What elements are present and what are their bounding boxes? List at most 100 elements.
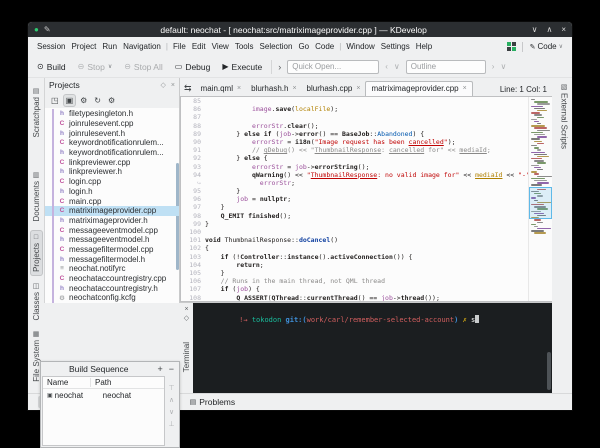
menu-session[interactable]: Session [34, 40, 68, 53]
editor-minimap[interactable] [528, 97, 552, 301]
maximize-window-icon[interactable]: ∧ [546, 25, 552, 34]
tree-item-keywordnotificationrulem[interactable]: hkeywordnotificationrulem... [45, 148, 179, 158]
dock-tab-external-scripts[interactable]: ▧External Scripts [559, 80, 570, 152]
tree-item-filetypesingleton-h[interactable]: hfiletypesingleton.h [45, 109, 179, 119]
menu-window[interactable]: Window [343, 40, 377, 53]
terminal-prompt: !→ tokodon git:(work/carl/remember-selec… [239, 316, 475, 324]
debug-button[interactable]: ▭ Debug [172, 60, 214, 74]
tab-main-qml[interactable]: main.qml× [196, 82, 247, 96]
code-area[interactable]: 8586 image.save(localFile);8788 errorStr… [181, 97, 528, 301]
dock-tab-classes[interactable]: ◫Classes [31, 279, 42, 323]
tab-close-icon[interactable]: × [356, 85, 360, 92]
quick-open-input[interactable] [287, 60, 379, 74]
move-up-icon[interactable]: ∧ [169, 396, 174, 404]
tree-item-linkpreviewer-h[interactable]: hlinkpreviewer.h [45, 167, 179, 177]
menu-project[interactable]: Project [68, 40, 99, 53]
tree-item-login-h[interactable]: hlogin.h [45, 187, 179, 197]
move-bottom-icon[interactable]: ⊥ [168, 420, 174, 428]
toolbar-overflow-icon[interactable]: › [278, 62, 281, 72]
tree-item-linkpreviewer-cpp[interactable]: Clinkpreviewer.cpp [45, 157, 179, 167]
options-icon[interactable]: ⚙ [106, 95, 117, 106]
menu-edit[interactable]: Edit [189, 40, 209, 53]
terminal-tab-label[interactable]: Terminal [182, 342, 191, 372]
tree-item-matriximageprovider-h[interactable]: hmatriximageprovider.h [45, 216, 179, 226]
add-target-icon[interactable]: + [157, 364, 162, 374]
tree-item-login-cpp[interactable]: Clogin.cpp [45, 177, 179, 187]
document-switcher-icon[interactable]: ⇆ [182, 83, 196, 96]
menu-file[interactable]: File [170, 40, 189, 53]
tab-matriximageprovider-cpp[interactable]: matriximageprovider.cpp× [365, 81, 472, 96]
tree-item-messagefiltermodel-cpp[interactable]: Cmessagefiltermodel.cpp [45, 245, 179, 255]
tree-item-neochatconfig-kcfg[interactable]: ⚙neochatconfig.kcfg [45, 293, 179, 303]
dock-tab-documents[interactable]: ▥Documents [31, 168, 42, 224]
nav-back-icon[interactable]: ‹ [385, 62, 388, 71]
statusbar-problems[interactable]: ▤Problems [185, 396, 241, 408]
area-code-button[interactable]: ✎ Code ∨ [527, 41, 566, 52]
menu-help[interactable]: Help [413, 40, 435, 53]
file-type-icon-h: h [58, 256, 66, 263]
file-name: matriximageprovider.cpp [69, 206, 156, 215]
menu-code[interactable]: Code [312, 40, 337, 53]
dock-tab-projects[interactable]: □Projects [31, 231, 42, 275]
tree-item-neochataccountregistry-cpp[interactable]: Cneochataccountregistry.cpp [45, 274, 179, 284]
tree-item-keywordnotificationrulem[interactable]: Ckeywordnotificationrulem... [45, 138, 179, 148]
configure-icon[interactable]: ⚙ [78, 95, 89, 106]
close-terminal-icon[interactable]: × [184, 305, 188, 314]
tab-close-icon[interactable]: × [237, 85, 241, 92]
code-editor[interactable]: 8586 image.save(localFile);8788 errorStr… [180, 96, 552, 302]
remove-target-icon[interactable]: − [169, 364, 174, 374]
build-button[interactable]: ⊙ Build [34, 60, 69, 74]
detach-terminal-icon[interactable]: ◇ [184, 314, 189, 323]
nav-dropdown-icon[interactable]: ∨ [394, 62, 400, 71]
minimap-viewport[interactable] [529, 187, 552, 220]
dock-tab-scratchpad[interactable]: ▤Scratchpad [31, 84, 42, 140]
reload-icon[interactable]: ↻ [92, 95, 103, 106]
tab-blurhash-h[interactable]: blurhash.h× [246, 82, 301, 96]
show-targets-icon[interactable]: ▣ [64, 95, 76, 106]
build-sequence-row[interactable]: ▣neochatneochat [43, 389, 164, 401]
area-switcher-icon[interactable] [507, 42, 516, 51]
execute-button[interactable]: ▶ Execute [219, 60, 265, 74]
stop-button[interactable]: ⊖ Stop ∨ [75, 60, 116, 74]
menu-go[interactable]: Go [295, 40, 312, 53]
move-down-icon[interactable]: ∨ [169, 408, 174, 416]
file-name: joinrulesevent.cpp [69, 119, 133, 128]
editor-column: ⇆ main.qml×blurhash.h×blurhash.cpp×matri… [180, 78, 552, 393]
outline-forward-icon[interactable]: › [492, 62, 495, 71]
tree-item-main-cpp[interactable]: Cmain.cpp [45, 196, 179, 206]
pencil-icon: ✎ [530, 43, 536, 51]
tree-item-messagefiltermodel-h[interactable]: hmessagefiltermodel.h [45, 254, 179, 264]
code-token: mediaId [459, 146, 486, 154]
tree-item-neochataccountregistry-h[interactable]: hneochataccountregistry.h [45, 283, 179, 293]
code-line: 93 errorStr = job->errorString(); [181, 163, 528, 171]
tree-item-joinrulesevent-h[interactable]: hjoinrulesevent.h [45, 128, 179, 138]
outline-input[interactable] [406, 60, 486, 74]
tree-item-matriximageprovider-cpp[interactable]: Cmatriximageprovider.cpp [45, 206, 179, 216]
minimap-line [534, 127, 547, 128]
outline-dropdown-icon[interactable]: ∨ [500, 62, 506, 71]
locate-document-icon[interactable]: ◳ [49, 95, 61, 106]
tab-close-icon[interactable]: × [463, 85, 467, 92]
code-token: save [275, 105, 291, 113]
menu-settings[interactable]: Settings [378, 40, 413, 53]
menu-selection[interactable]: Selection [257, 40, 296, 53]
close-panel-icon[interactable]: × [171, 82, 175, 89]
close-window-icon[interactable]: × [561, 25, 566, 34]
tree-item-messageeventmodel-cpp[interactable]: Cmessageeventmodel.cpp [45, 225, 179, 235]
detach-panel-icon[interactable]: ◇ [161, 81, 166, 89]
tab-close-icon[interactable]: × [292, 85, 296, 92]
minimize-window-icon[interactable]: ∨ [532, 25, 538, 34]
menu-tools[interactable]: Tools [232, 40, 257, 53]
minimap-line [534, 226, 538, 227]
tree-item-neochat-notifyrc[interactable]: ≡neochat.notifyrc [45, 264, 179, 274]
menu-navigation[interactable]: Navigation [120, 40, 164, 53]
menu-run[interactable]: Run [99, 40, 120, 53]
move-top-icon[interactable]: ⊤ [168, 384, 174, 392]
stop-all-button[interactable]: ⊖ Stop All [121, 60, 166, 74]
tree-item-joinrulesevent-cpp[interactable]: Cjoinrulesevent.cpp [45, 119, 179, 129]
terminal-scrollbar[interactable] [547, 352, 551, 391]
menu-view[interactable]: View [209, 40, 232, 53]
tree-item-messageeventmodel-h[interactable]: hmessageeventmodel.h [45, 235, 179, 245]
tab-blurhash-cpp[interactable]: blurhash.cpp× [302, 82, 366, 96]
terminal-screen[interactable]: !→ tokodon git:(work/carl/remember-selec… [193, 303, 552, 393]
